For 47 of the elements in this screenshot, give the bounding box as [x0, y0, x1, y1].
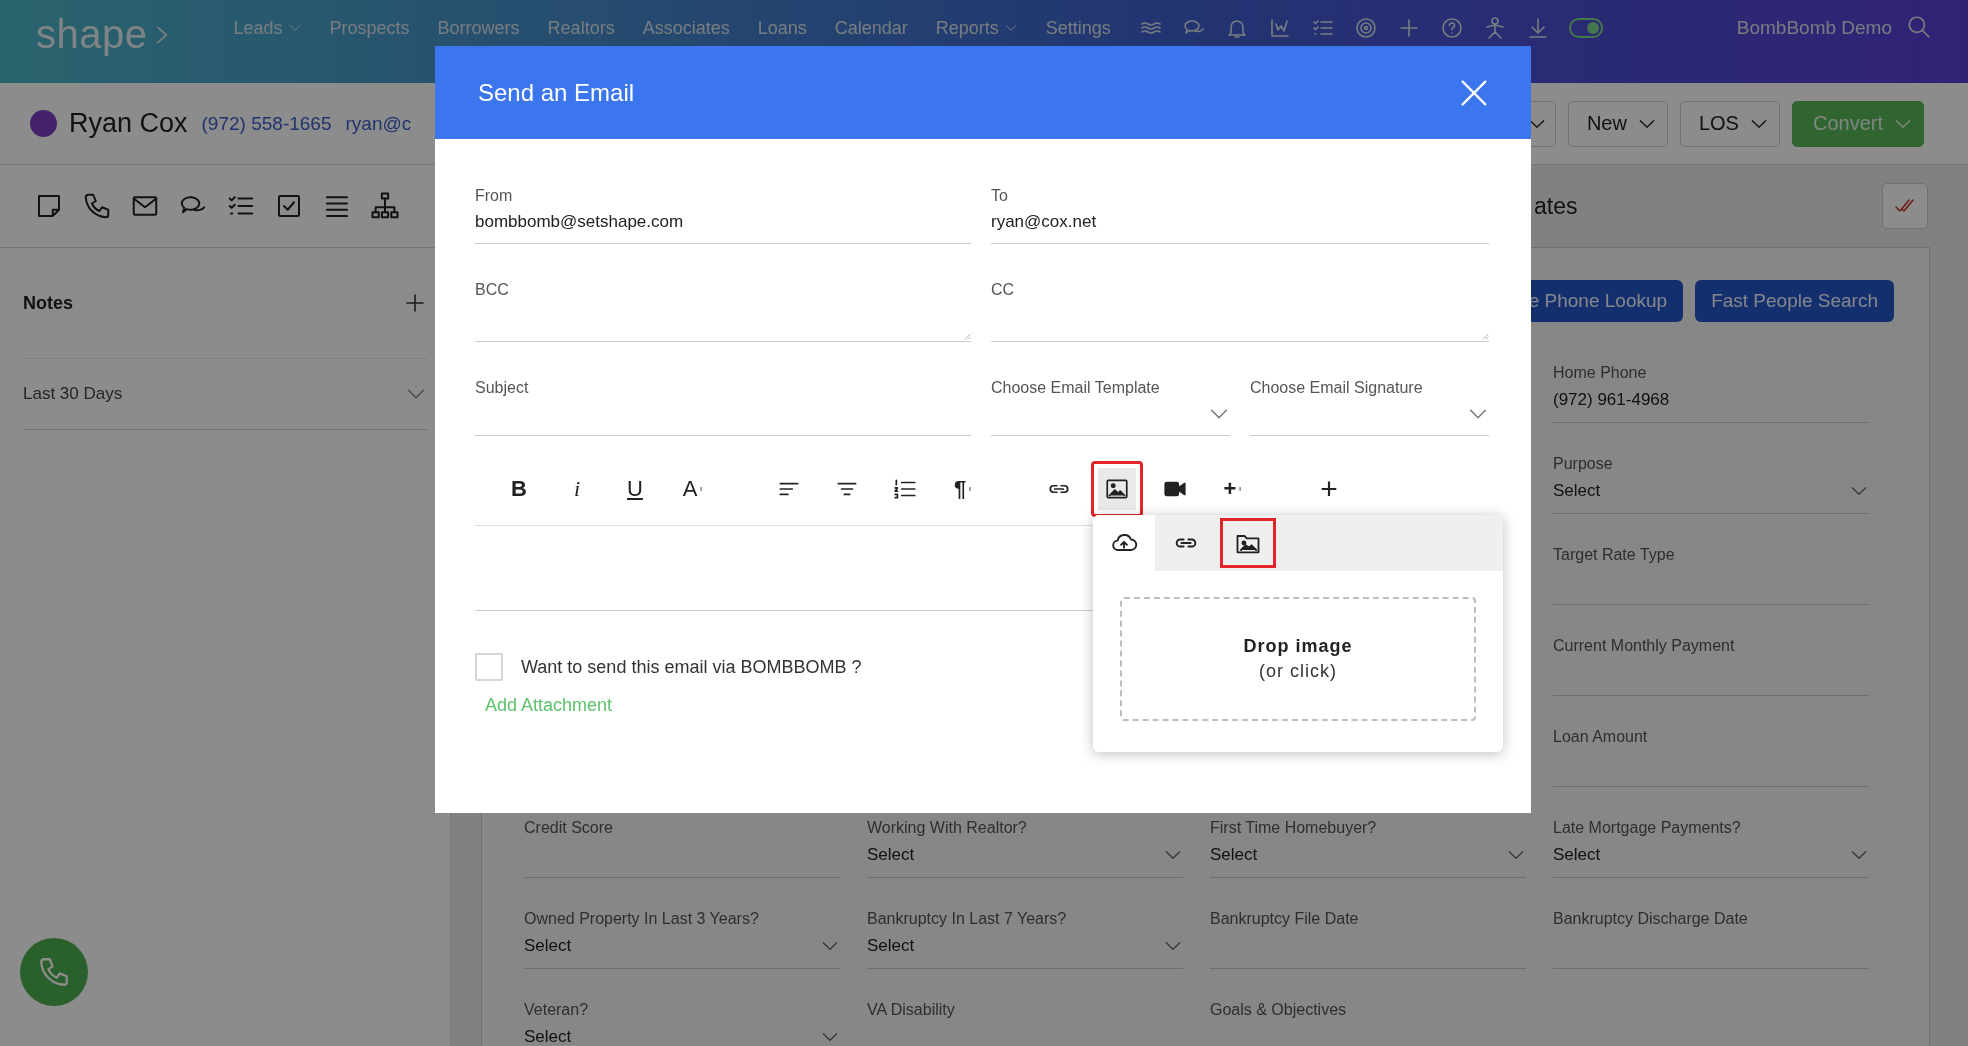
contact-name: Ryan Cox [69, 108, 188, 139]
checkbox-label: Want to send this email via BOMBBOMB ? [521, 656, 862, 678]
user-name[interactable]: BombBomb Demo [1736, 14, 1892, 42]
toolbar-button[interactable]: i [551, 461, 603, 517]
cc-field[interactable]: CC [991, 279, 1489, 342]
bcc-field[interactable]: BCC [475, 279, 971, 342]
lookup-button[interactable]: Fast People Search [1695, 280, 1894, 322]
text-field[interactable]: Credit Score [524, 817, 840, 878]
toolbar-button[interactable]: + [1207, 461, 1259, 517]
toolbar-button[interactable]: A [667, 461, 719, 517]
text-field[interactable]: Current Monthly Payment [1553, 635, 1869, 696]
dropdown-button[interactable]: New [1567, 100, 1668, 147]
text-field[interactable]: Home Phone (972) 961-4968 [1553, 362, 1869, 423]
text-field[interactable]: Goals & Objectives [1210, 999, 1526, 1046]
toolbar-button[interactable]: + [1303, 461, 1355, 517]
select-field[interactable]: Owned Property In Last 3 Years? Select [524, 908, 840, 969]
toolbar-button[interactable]: U [609, 461, 661, 517]
email-link[interactable]: ryan@c [345, 112, 412, 135]
dropdown-button[interactable]: LOS [1679, 100, 1780, 147]
select-field[interactable]: Working With Realtor? Select [867, 817, 1183, 878]
select-field[interactable]: Veteran? Select [524, 999, 840, 1046]
image-drop-zone[interactable]: Drop image (or click) [1120, 597, 1476, 721]
select-field[interactable]: Bankruptcy In Last 7 Years? Select [867, 908, 1183, 969]
text-field[interactable]: VA Disability [867, 999, 1183, 1046]
text-field[interactable]: Loan Amount [1553, 726, 1869, 787]
text-field[interactable]: Bankruptcy File Date [1210, 908, 1526, 969]
dialog-title: Send an Email [478, 78, 635, 107]
phone-link[interactable]: (972) 558-1665 [201, 112, 332, 135]
subject-field[interactable]: Subject [475, 377, 971, 436]
nav-link[interactable]: Settings [1045, 17, 1111, 39]
template-select[interactable]: Choose Email Template [991, 377, 1230, 436]
notes-title: Notes [23, 292, 73, 314]
text-field[interactable]: Bankruptcy Discharge Date [1553, 908, 1869, 969]
toolbar-button[interactable]: ¶ [937, 461, 989, 517]
section-title: ates [1534, 192, 1578, 220]
nav-link[interactable]: Loans [757, 17, 807, 39]
nav-link[interactable]: Reports [935, 17, 1018, 39]
nav-link[interactable]: Calendar [834, 17, 908, 39]
select-field[interactable]: Purpose Select [1553, 453, 1869, 514]
select-field[interactable]: Late Mortgage Payments? Select [1553, 817, 1869, 878]
from-field[interactable]: From bombbomb@setshape.com [475, 185, 971, 244]
toolbar-button[interactable]: B [493, 461, 545, 517]
text-field[interactable]: Target Rate Type [1553, 544, 1869, 605]
to-field[interactable]: To ryan@cox.net [991, 185, 1489, 244]
date-filter[interactable]: Last 30 Days [23, 359, 427, 430]
select-field[interactable]: First Time Homebuyer? Select [1210, 817, 1526, 878]
signature-select[interactable]: Choose Email Signature [1250, 377, 1489, 436]
